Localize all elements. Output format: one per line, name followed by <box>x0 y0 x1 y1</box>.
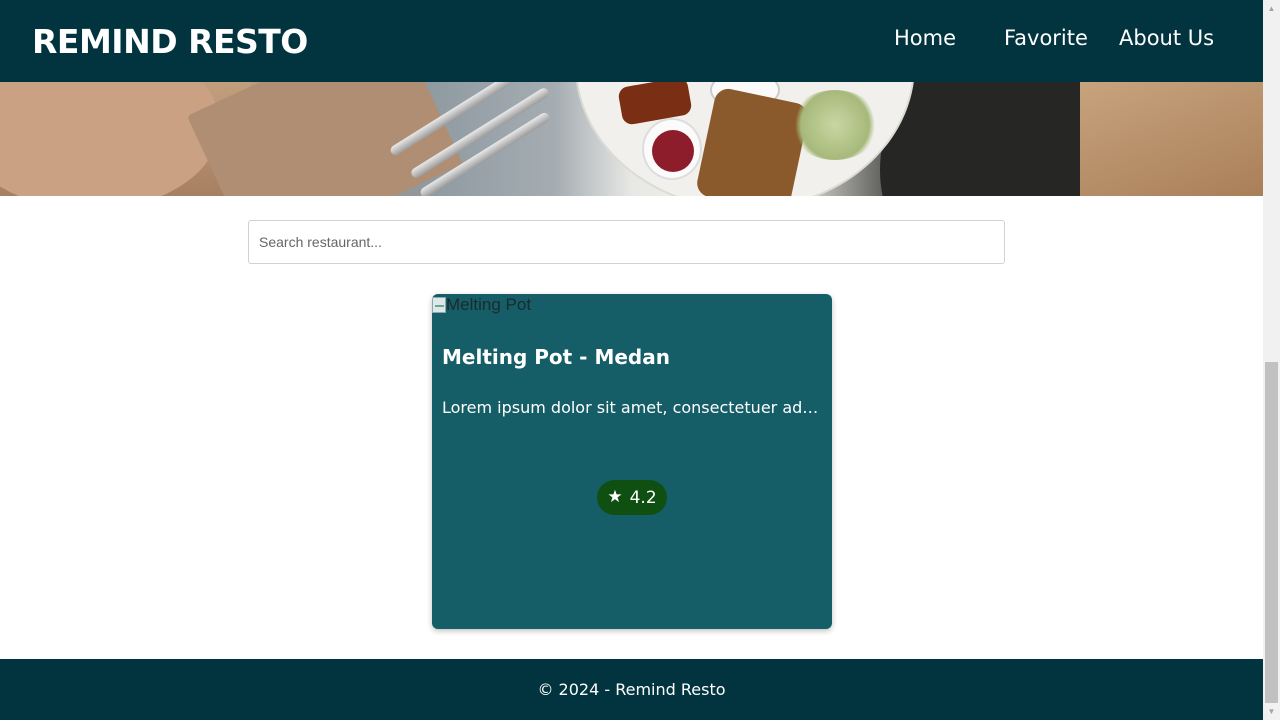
broken-image-icon <box>432 297 446 313</box>
scrollbar-thumb[interactable] <box>1265 362 1278 703</box>
hero-greens <box>790 90 880 160</box>
brand-logo[interactable]: REMIND RESTO <box>32 22 308 61</box>
scroll-up-arrow-icon[interactable]: ▲ <box>1263 0 1280 17</box>
page-scrollbar[interactable]: ▲ ▼ <box>1263 0 1280 720</box>
footer-copyright: © 2024 - Remind Resto <box>537 680 726 699</box>
scroll-down-arrow-icon[interactable]: ▼ <box>1263 703 1280 720</box>
search-container <box>248 220 1005 264</box>
restaurant-title[interactable]: Melting Pot - Medan <box>442 345 670 369</box>
page-viewport: REMIND RESTO Home Favorite About Us Melt… <box>0 0 1263 720</box>
restaurant-card[interactable]: Melting Pot Melting Pot - Medan Lorem ip… <box>432 294 832 629</box>
rating-badge: ★ 4.2 <box>597 480 667 515</box>
nav-home-link[interactable]: Home <box>894 26 956 50</box>
footer: © 2024 - Remind Resto <box>0 659 1263 720</box>
app-bar: REMIND RESTO Home Favorite About Us <box>0 0 1263 82</box>
hero-wood-right <box>1080 82 1263 196</box>
rating-value: 4.2 <box>629 487 657 508</box>
search-input[interactable] <box>248 220 1005 264</box>
hero-jam <box>652 130 694 172</box>
star-icon: ★ <box>607 487 623 507</box>
restaurant-image-alt: Melting Pot <box>446 295 532 314</box>
nav-favorite-link[interactable]: Favorite <box>1004 26 1088 50</box>
restaurant-image: Melting Pot <box>432 295 531 315</box>
restaurant-description: Lorem ipsum dolor sit amet, consectetuer… <box>442 398 822 417</box>
nav-about-link[interactable]: About Us <box>1119 26 1214 50</box>
